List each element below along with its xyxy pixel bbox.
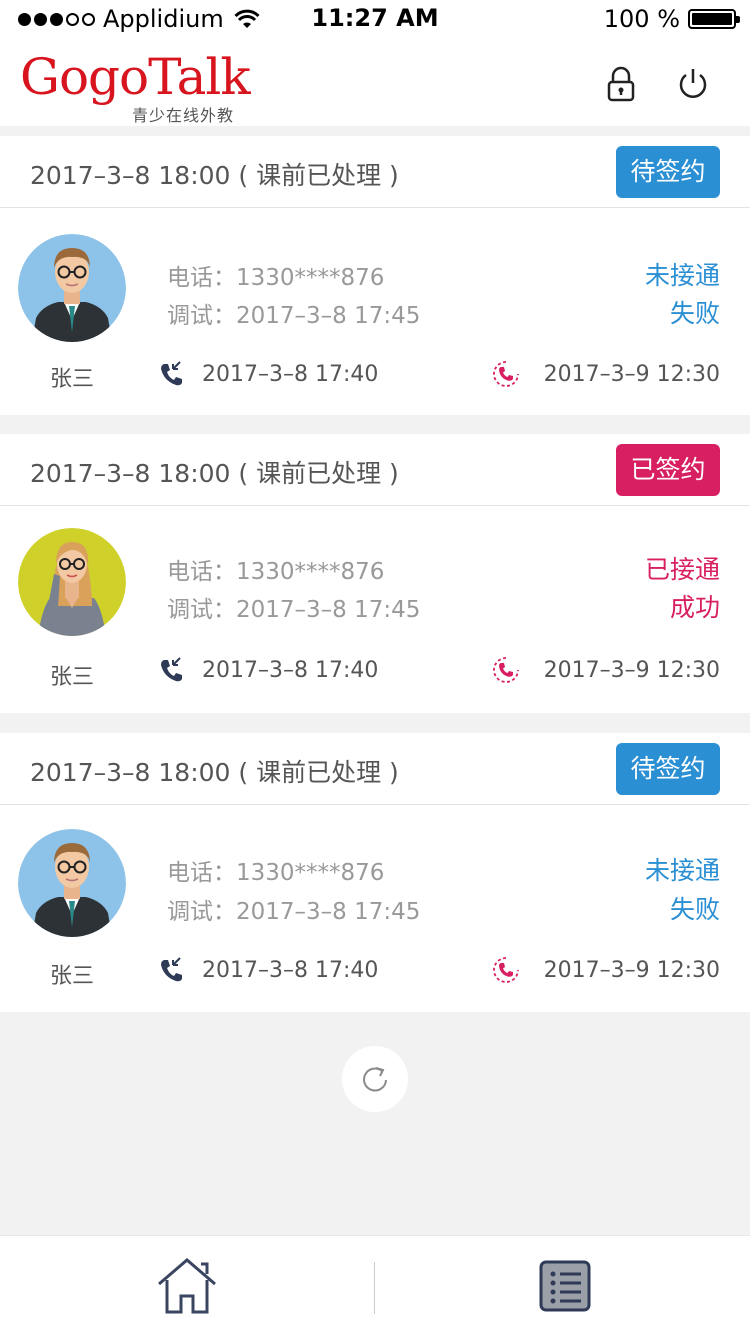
card-header: 2017–3–8 18:00 ( 课前已处理 ) 待签约: [0, 733, 750, 805]
app-header: GogoTalk 青少在线外教: [0, 40, 750, 126]
student-name: 张三: [50, 367, 95, 392]
incoming-call-icon: [161, 957, 182, 982]
male-avatar: [18, 234, 126, 342]
status-bar: Applidium 11:27 AM 100 %: [0, 0, 750, 40]
home-icon: [158, 1258, 216, 1314]
contract-status-badge[interactable]: 待签约: [616, 743, 720, 795]
female-avatar: [18, 528, 126, 636]
male-avatar: [18, 829, 126, 937]
gogotalk-logo: GogoTalk 青少在线外教: [20, 48, 251, 125]
tab-divider: [374, 1262, 375, 1314]
list-icon: [539, 1260, 591, 1312]
call-time: 2017–3–8 17:40: [202, 658, 379, 683]
callback-time: 2017–3–9 12:30: [543, 658, 720, 683]
tab-home[interactable]: [154, 1256, 220, 1316]
logo-subtitle: 青少在线外教: [132, 106, 235, 125]
call-result: 成功: [669, 593, 720, 622]
call-status: 未接通: [644, 856, 720, 885]
card-body: 张三 电话：1330****876 调试：2017–3–8 17:45 已接通 …: [0, 506, 750, 713]
battery-icon: [688, 9, 740, 29]
incoming-call-icon: [161, 361, 182, 386]
refresh-icon: [363, 1067, 387, 1092]
phone-number: 电话：1330****876: [167, 265, 385, 291]
logo-wordmark: GogoTalk: [20, 48, 251, 106]
contract-card[interactable]: 2017–3–8 18:00 ( 课前已处理 ) 待签约 张三 电话：1330*…: [0, 136, 750, 415]
contract-card[interactable]: 2017–3–8 18:00 ( 课前已处理 ) 待签约 张三 电话：1330*…: [0, 733, 750, 1012]
contract-status-badge[interactable]: 待签约: [616, 146, 720, 198]
phone-number: 电话：1330****876: [167, 559, 385, 585]
callback-time: 2017–3–9 12:30: [543, 958, 720, 983]
card-header: 2017–3–8 18:00 ( 课前已处理 ) 已签约: [0, 434, 750, 506]
callback-icon: [493, 361, 519, 387]
lesson-date: 2017–3–8 18:00 ( 课前已处理 ): [30, 758, 399, 787]
contract-card[interactable]: 2017–3–8 18:00 ( 课前已处理 ) 已签约 张三 电话：1330*…: [0, 434, 750, 713]
student-name: 张三: [50, 964, 95, 989]
callback-icon: [493, 957, 519, 983]
call-time: 2017–3–8 17:40: [202, 958, 379, 983]
lock-icon[interactable]: [604, 66, 638, 102]
power-icon[interactable]: [676, 66, 710, 102]
battery-percent: 100 %: [603, 5, 680, 33]
call-result: 失败: [669, 299, 720, 328]
card-header: 2017–3–8 18:00 ( 课前已处理 ) 待签约: [0, 136, 750, 208]
tab-list[interactable]: [532, 1256, 598, 1316]
refresh-button[interactable]: [342, 1046, 408, 1112]
callback-icon: [493, 657, 519, 683]
call-result: 失败: [669, 895, 720, 924]
callback-time: 2017–3–9 12:30: [543, 362, 720, 387]
contract-status-badge[interactable]: 已签约: [616, 444, 720, 496]
card-body: 张三 电话：1330****876 调试：2017–3–8 17:45 未接通 …: [0, 208, 750, 415]
debug-time: 调试：2017–3–8 17:45: [167, 303, 421, 329]
phone-number: 电话：1330****876: [167, 860, 385, 886]
card-body: 张三 电话：1330****876 调试：2017–3–8 17:45 未接通 …: [0, 805, 750, 1012]
call-status: 未接通: [644, 261, 720, 290]
debug-time: 调试：2017–3–8 17:45: [167, 597, 421, 623]
incoming-call-icon: [161, 657, 182, 682]
tab-bar: [0, 1235, 750, 1334]
debug-time: 调试：2017–3–8 17:45: [167, 899, 421, 925]
lesson-date: 2017–3–8 18:00 ( 课前已处理 ): [30, 459, 399, 488]
call-time: 2017–3–8 17:40: [202, 362, 379, 387]
student-name: 张三: [50, 665, 95, 690]
call-status: 已接通: [644, 555, 720, 584]
lesson-date: 2017–3–8 18:00 ( 课前已处理 ): [30, 161, 399, 190]
